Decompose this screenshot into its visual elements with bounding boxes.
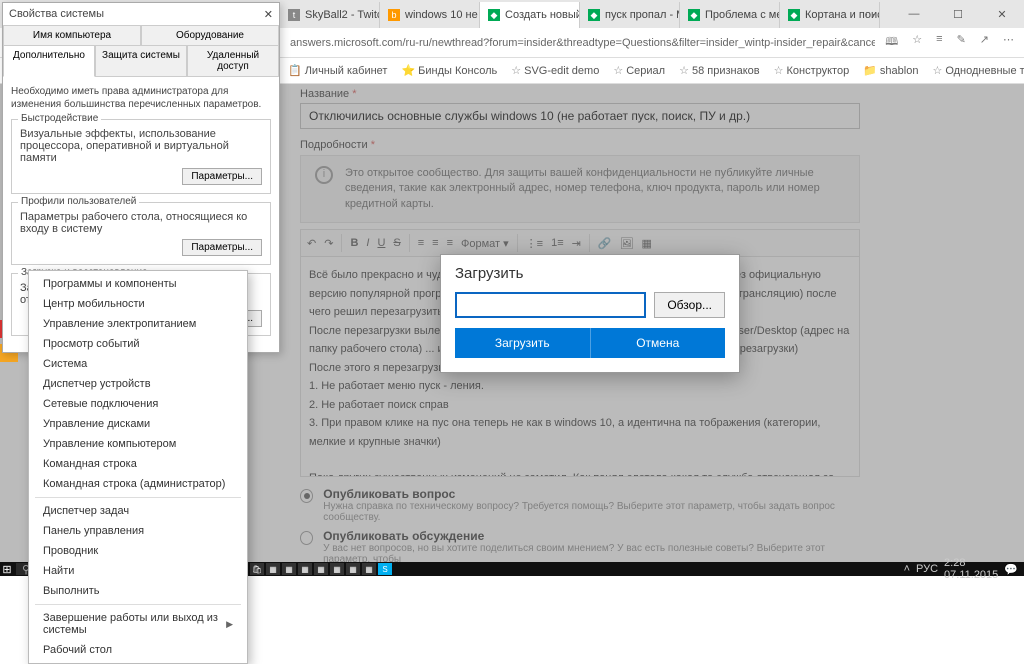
- close-button[interactable]: ✕: [980, 0, 1024, 28]
- tab-remote[interactable]: Удаленный доступ: [187, 46, 279, 76]
- bookmark[interactable]: 📁shablon: [863, 64, 918, 77]
- tab[interactable]: ◆Проблема с меню×: [680, 2, 780, 28]
- app-icon[interactable]: ▦: [266, 563, 280, 575]
- menu-item[interactable]: Командная строка (администратор): [29, 474, 247, 494]
- minimize-button[interactable]: —: [892, 0, 936, 28]
- group-text: Параметры рабочего стола, относящиеся ко…: [20, 211, 262, 235]
- bookmark[interactable]: ☆Конструктор: [774, 64, 850, 77]
- menu-item[interactable]: Выполнить: [29, 581, 247, 601]
- more-icon[interactable]: ⋯: [1003, 33, 1014, 52]
- menu-item[interactable]: Управление электропитанием: [29, 314, 247, 334]
- share-icon[interactable]: ↗: [980, 33, 989, 52]
- group-legend: Быстродействие: [18, 113, 101, 124]
- cancel-button[interactable]: Отмена: [590, 328, 726, 358]
- tray-icon[interactable]: ˄: [904, 563, 910, 575]
- maximize-button[interactable]: ☐: [936, 0, 980, 28]
- tab[interactable]: tSkyBall2 - Twitch×: [280, 2, 380, 28]
- intro-text: Необходимо иметь права администратора дл…: [11, 85, 271, 111]
- menu-item[interactable]: Командная строка: [29, 454, 247, 474]
- site-icon: 📋: [288, 64, 302, 77]
- app-icon[interactable]: ▦: [314, 563, 328, 575]
- clock[interactable]: 2:2807.11.2015: [944, 557, 998, 581]
- star-icon: ☆: [511, 64, 521, 77]
- menu-item[interactable]: Просмотр событий: [29, 334, 247, 354]
- chevron-right-icon: ▶: [226, 619, 233, 630]
- ms-icon: ◆: [788, 9, 800, 21]
- notifications-icon[interactable]: 💬: [1004, 563, 1018, 576]
- dialog-title: Свойства системы: [9, 8, 104, 20]
- file-path-input[interactable]: [455, 292, 646, 318]
- lang-indicator[interactable]: РУС: [916, 563, 938, 575]
- browse-button[interactable]: Обзор...: [654, 292, 725, 318]
- group-legend: Профили пользователей: [18, 196, 139, 207]
- favorite-icon[interactable]: ☆: [912, 33, 922, 52]
- ms-icon: ◆: [588, 9, 600, 21]
- menu-item[interactable]: Диспетчер устройств: [29, 374, 247, 394]
- hub-icon[interactable]: ≡: [936, 33, 942, 52]
- bookmark[interactable]: ☆SVG-edit demo: [511, 64, 599, 77]
- tab[interactable]: bwindows 10 не рабс×: [380, 2, 480, 28]
- skype-icon[interactable]: S: [378, 563, 392, 575]
- menu-item[interactable]: Проводник: [29, 541, 247, 561]
- bing-icon: b: [388, 9, 400, 21]
- app-icon[interactable]: ▦: [346, 563, 360, 575]
- menu-item[interactable]: Найти: [29, 561, 247, 581]
- bookmark[interactable]: ☆Сериал: [613, 64, 665, 77]
- close-icon[interactable]: ✕: [264, 8, 273, 21]
- tab-computer-name[interactable]: Имя компьютера: [3, 25, 141, 45]
- dialog-title: Загрузить: [441, 255, 739, 292]
- app-icon[interactable]: ▦: [330, 563, 344, 575]
- ms-icon: ◆: [688, 9, 700, 21]
- menu-item[interactable]: Центр мобильности: [29, 294, 247, 314]
- app-icon[interactable]: ▦: [362, 563, 376, 575]
- params-button[interactable]: Параметры...: [182, 168, 262, 185]
- start-button[interactable]: ⊞: [0, 562, 14, 576]
- menu-item[interactable]: Управление компьютером: [29, 434, 247, 454]
- tab[interactable]: ◆пуск пропал - Micr×: [580, 2, 680, 28]
- tab-protection[interactable]: Защита системы: [95, 46, 187, 76]
- group-text: Визуальные эффекты, использование процес…: [20, 128, 262, 164]
- tab-advanced[interactable]: Дополнительно: [3, 46, 95, 77]
- bookmark[interactable]: ☆58 признаков: [679, 64, 760, 77]
- app-icon[interactable]: ▦: [298, 563, 312, 575]
- menu-item[interactable]: Система: [29, 354, 247, 374]
- star-icon: ☆: [774, 64, 784, 77]
- params-button[interactable]: Параметры...: [182, 239, 262, 256]
- menu-item[interactable]: Сетевые подключения: [29, 394, 247, 414]
- menu-item[interactable]: Программы и компоненты: [29, 274, 247, 294]
- upload-dialog: Загрузить Обзор... Загрузить Отмена: [440, 254, 740, 373]
- app-icon[interactable]: ▦: [282, 563, 296, 575]
- menu-item-submenu[interactable]: Завершение работы или выход из системы▶: [29, 608, 247, 640]
- star-icon: ☆: [932, 64, 942, 77]
- menu-item[interactable]: Диспетчер задач: [29, 501, 247, 521]
- menu-item[interactable]: Рабочий стол: [29, 640, 247, 660]
- star-icon: ☆: [679, 64, 689, 77]
- menu-item[interactable]: Управление дисками: [29, 414, 247, 434]
- note-icon[interactable]: ✎: [957, 33, 966, 52]
- site-icon: ⭐: [401, 64, 415, 77]
- star-icon: ☆: [613, 64, 623, 77]
- menu-item[interactable]: Панель управления: [29, 521, 247, 541]
- bookmark[interactable]: ☆Однодневные туры: [932, 64, 1024, 77]
- twitch-icon: t: [288, 9, 300, 21]
- store-icon[interactable]: 🛍: [250, 563, 264, 575]
- reading-icon[interactable]: 🕮: [885, 33, 898, 52]
- ms-icon: ◆: [488, 9, 500, 21]
- bookmark[interactable]: 📋Личный кабинет: [288, 64, 387, 77]
- upload-button[interactable]: Загрузить: [455, 328, 590, 358]
- more-button[interactable]: ⋯: [848, 0, 892, 28]
- bookmark[interactable]: ⭐Бинды Консоль: [401, 64, 497, 77]
- folder-icon: 📁: [863, 64, 877, 77]
- tab-hardware[interactable]: Оборудование: [141, 25, 279, 45]
- tab-active[interactable]: ◆Создать новый×: [480, 2, 580, 28]
- winx-context-menu: Программы и компоненты Центр мобильности…: [28, 270, 248, 664]
